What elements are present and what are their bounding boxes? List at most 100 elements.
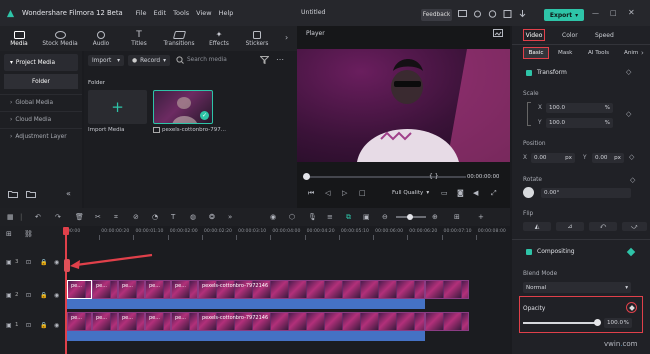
chevron-right-icon[interactable]: › [641,49,644,57]
menu-edit[interactable]: Edit [154,9,167,17]
eye-icon[interactable]: ◉ [54,322,59,329]
timeline-clip[interactable]: pexels-cottonbro-7972146 [198,280,425,299]
menu-help[interactable]: Help [219,9,234,17]
delete-icon[interactable]: 🗑 [75,213,84,221]
opacity-input[interactable]: 100.0% [604,318,632,328]
step-back-icon[interactable]: ◁ [325,189,330,197]
link-icon[interactable]: ⛓ [24,230,33,238]
sidebar-item-global-media[interactable]: › Global Media [0,94,82,111]
scale-y-input[interactable]: 100.0% [546,118,613,128]
tab-color[interactable]: Color [562,32,578,39]
timeline-ruler[interactable]: 00:00 00:00:00:20 00:00:01:10 00:00:02:00 00… [65,226,510,240]
import-media-tile[interactable]: + [88,90,147,124]
camera-icon[interactable]: ◙ [457,189,464,197]
eye-icon[interactable]: ◉ [54,292,59,299]
flip-horizontal-button[interactable]: ◭ [523,222,551,231]
filter-icon[interactable] [260,56,269,64]
zoom-out-icon[interactable]: ⊖ [382,213,388,221]
lock-icon[interactable]: 🔒 [40,259,47,266]
tab-audio[interactable]: Audio [82,26,120,51]
video-preview[interactable] [297,49,510,162]
rotate-input[interactable]: 0.00° [541,188,631,198]
blend-mode-dropdown[interactable]: Normal ▾ [523,282,631,293]
monitor-icon[interactable] [458,10,467,18]
account-icon[interactable] [488,10,497,18]
play-icon[interactable]: ▷ [342,189,347,197]
tab-effects[interactable]: ✦ Effects [200,26,238,51]
audio-waveform[interactable] [67,331,425,341]
opacity-slider-handle[interactable] [594,319,601,326]
snap-icon[interactable]: ⧉ [346,213,351,222]
audio-waveform[interactable] [67,299,425,309]
timeline-clip[interactable]: pe... [145,280,171,299]
flip-vertical-button[interactable]: ⊿ [556,222,584,231]
folder-icon[interactable] [26,190,36,198]
timeline-clip[interactable]: pe... [145,312,171,331]
color-icon[interactable]: ◍ [190,213,196,221]
save-icon[interactable] [503,10,512,18]
position-y-input[interactable]: 0.00 px [592,153,624,163]
add-track-icon[interactable]: ⊞ [6,230,12,238]
keyframe-diamond-filled-icon[interactable] [626,247,636,257]
snapshot-icon[interactable] [493,29,503,37]
menu-view[interactable]: View [196,9,211,17]
sidebar-item-adjustment-layer[interactable]: › Adjustment Layer [0,128,82,145]
lock-icon[interactable]: 🔒 [40,292,47,299]
scale-link-bracket[interactable] [527,102,531,126]
rotate-left-button[interactable]: ⤺ [589,222,617,231]
playback-track[interactable] [306,176,466,178]
marker-icon[interactable]: ⬡ [289,213,295,221]
timeline-clip[interactable]: pe... [92,312,118,331]
render-icon[interactable]: ◉ [270,213,276,221]
playhead-handle[interactable] [303,173,310,180]
subtab-ai-tools[interactable]: AI Tools [588,50,609,56]
keyframe-diamond-icon[interactable]: ◇ [626,68,631,76]
add-icon[interactable]: ⊡ [26,322,31,329]
keyframe-diamond-icon[interactable]: ◇ [629,153,634,161]
previous-frame-icon[interactable]: ⏮ [308,189,314,198]
timeline-clip[interactable]: pe... [171,312,198,331]
timeline-clip[interactable]: pe... [118,280,145,299]
more-icon[interactable]: » [228,213,232,221]
download-icon[interactable] [518,10,527,18]
crop-icon[interactable]: ⌗ [114,213,118,222]
grid-icon[interactable]: ⊞ [454,213,460,221]
sidebar-item-project-media[interactable]: ▾ Project Media [4,54,78,71]
fullscreen-icon[interactable]: ⤢ [491,189,497,198]
volume-icon[interactable]: ◀ [473,189,478,197]
subtab-mask[interactable]: Mask [558,50,572,56]
keyframe-diamond-icon[interactable]: ◇ [630,176,635,184]
stop-icon[interactable]: □ [359,189,366,197]
timeline-clip[interactable]: pe... [171,280,198,299]
menu-tools[interactable]: Tools [173,9,189,17]
transform-checkbox[interactable] [526,70,532,76]
keyframe-diamond-icon[interactable]: ◇ [626,110,631,118]
layout-icon[interactable]: ▦ [7,213,14,221]
add-icon[interactable]: ⊡ [26,259,31,266]
cloud-icon[interactable] [473,10,482,18]
display-icon[interactable]: ▭ [441,189,448,197]
menu-file[interactable]: File [136,9,147,17]
ai-icon[interactable]: ❂ [209,213,215,221]
timeline-clip[interactable]: pexels-cottonbro-7972146 [198,312,425,331]
subtab-animation[interactable]: Anim [624,50,638,56]
redo-icon[interactable]: ↷ [55,213,61,221]
picture-icon[interactable]: ▣ [363,213,370,221]
maximize-icon[interactable]: □ [610,9,617,17]
compositing-checkbox[interactable] [526,249,532,255]
opacity-keyframe-button[interactable] [626,302,637,313]
rotate-right-button[interactable]: ⤻ [622,222,647,231]
scale-x-input[interactable]: 100.0% [546,103,613,113]
list-icon[interactable]: ≡ [327,213,333,221]
rotate-dial[interactable] [523,187,534,198]
export-button[interactable]: Export ▾ [544,9,584,21]
tab-video[interactable]: Video [523,29,545,41]
tab-media[interactable]: Media [0,26,38,51]
sidebar-item-cloud-media[interactable]: › Cloud Media [0,111,82,128]
new-folder-icon[interactable] [8,190,18,198]
tag-icon[interactable]: ⊘ [133,213,139,221]
subtab-basic[interactable]: Basic [523,47,549,59]
undo-icon[interactable]: ↶ [35,213,41,221]
media-thumbnail[interactable]: ✓ [153,90,213,124]
timeline-clip[interactable] [425,312,469,331]
